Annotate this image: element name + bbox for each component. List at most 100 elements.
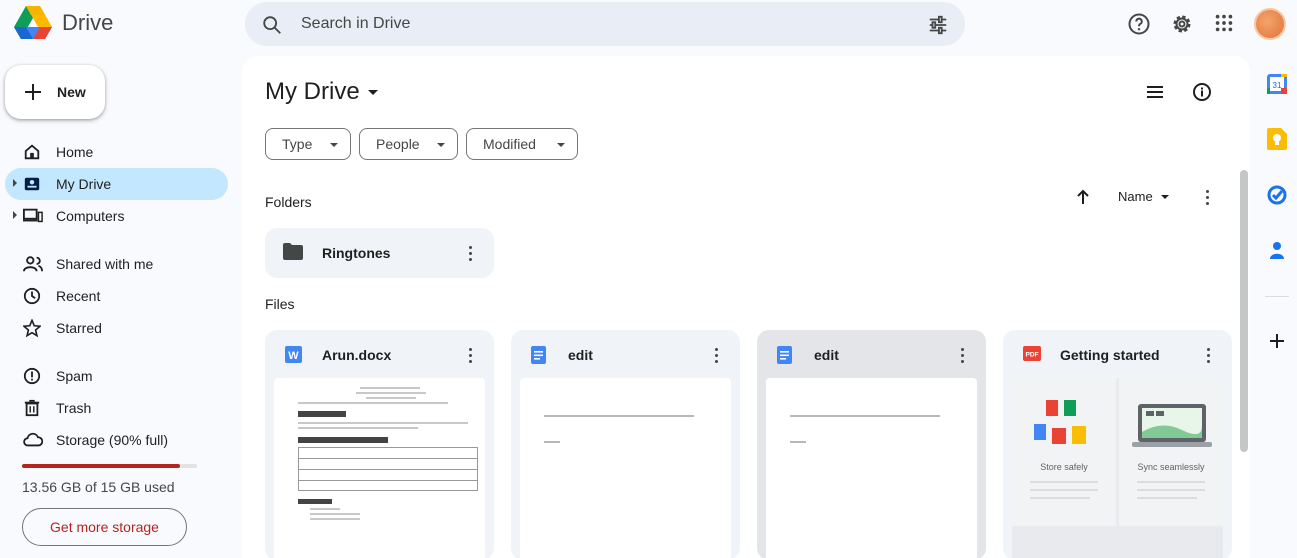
file-card[interactable]: W Arun.docx (265, 330, 494, 558)
drive-logo[interactable]: Drive (14, 6, 113, 40)
sidebar-item-label: Trash (56, 400, 92, 416)
new-button-label: New (57, 84, 86, 100)
folders-heading: Folders (265, 194, 312, 210)
search-options-icon[interactable] (927, 14, 949, 36)
docs-file-icon (531, 346, 546, 364)
contacts-icon[interactable] (1267, 240, 1287, 260)
pdf-thumb-right-caption: Sync seamlessly (1137, 462, 1205, 472)
trash-icon (24, 399, 40, 417)
settings-icon[interactable] (1170, 12, 1194, 36)
more-options-icon[interactable] (469, 348, 473, 364)
expand-caret-icon[interactable] (13, 179, 17, 187)
storage-meter-fill (22, 464, 180, 468)
file-card[interactable]: edit (757, 330, 986, 558)
file-thumbnail: Store safely Sync seamlessly (1012, 378, 1223, 558)
avatar[interactable] (1254, 8, 1286, 40)
docs-file-icon (777, 346, 792, 364)
home-icon (24, 144, 40, 160)
file-card[interactable]: PDF Getting started Store safely Sync se… (1003, 330, 1232, 558)
new-button[interactable]: New (5, 65, 105, 119)
sidebar-item-storage[interactable]: Storage (90% full) (5, 424, 228, 456)
spam-icon (23, 367, 41, 385)
more-options-icon[interactable] (961, 348, 965, 364)
more-options-icon[interactable] (469, 246, 473, 262)
folder-item[interactable]: Ringtones (265, 228, 494, 278)
chip-label: Type (282, 136, 313, 152)
scrollbar-thumb[interactable] (1240, 170, 1248, 452)
sidebar-item-spam[interactable]: Spam (5, 360, 228, 392)
word-file-icon: W (285, 346, 302, 363)
sidebar-item-recent[interactable]: Recent (5, 280, 228, 312)
chevron-down-icon (437, 143, 445, 147)
main-panel: My Drive Type People Modified Folders Na… (242, 56, 1250, 558)
filter-people-chip[interactable]: People (359, 128, 458, 160)
more-options-icon[interactable] (1206, 190, 1210, 206)
app-name: Drive (62, 10, 114, 35)
sort-by-label: Name (1118, 189, 1153, 204)
shared-icon (23, 256, 43, 272)
sidebar-item-computers[interactable]: Computers (5, 200, 228, 232)
sidebar-item-shared[interactable]: Shared with me (5, 248, 228, 280)
search-icon[interactable] (261, 14, 283, 36)
filter-type-chip[interactable]: Type (265, 128, 351, 160)
clock-icon (23, 287, 41, 305)
storage-usage-text: 13.56 GB of 15 GB used (22, 479, 175, 495)
file-types-illustration-icon (1034, 400, 1086, 444)
list-view-icon[interactable] (1145, 83, 1165, 101)
sidebar-item-label: Spam (56, 368, 93, 384)
chevron-down-icon (557, 143, 565, 147)
page-title[interactable]: My Drive (265, 78, 378, 106)
sidebar-item-label: Home (56, 144, 94, 160)
chevron-down-icon (367, 89, 378, 95)
chip-label: Modified (483, 136, 536, 152)
file-thumbnail (274, 378, 485, 558)
sidebar-item-label: Shared with me (56, 256, 154, 272)
tasks-icon[interactable] (1267, 185, 1287, 205)
get-more-storage-button[interactable]: Get more storage (22, 508, 187, 546)
keep-icon[interactable] (1267, 128, 1287, 150)
my-drive-icon (24, 177, 40, 191)
star-icon (23, 319, 41, 337)
expand-caret-icon[interactable] (13, 211, 17, 219)
add-addon-icon[interactable] (1267, 331, 1287, 351)
svg-text:PDF: PDF (1026, 352, 1039, 359)
sidebar-item-trash[interactable]: Trash (5, 392, 228, 424)
chevron-down-icon (330, 143, 338, 147)
info-icon[interactable] (1192, 82, 1212, 102)
more-options-icon[interactable] (715, 348, 719, 364)
chip-label: People (376, 136, 420, 152)
help-icon[interactable] (1127, 12, 1151, 36)
sidebar-item-starred[interactable]: Starred (5, 312, 228, 344)
sidebar-item-label: Recent (56, 288, 101, 304)
svg-text:31: 31 (1273, 81, 1282, 90)
chevron-down-icon (1160, 194, 1169, 199)
file-name: Getting started (1060, 347, 1160, 363)
pdf-file-icon: PDF (1023, 346, 1041, 361)
sidebar-item-home[interactable]: Home (5, 136, 228, 168)
page-title-text: My Drive (265, 78, 360, 105)
file-name: Arun.docx (322, 347, 392, 363)
svg-text:W: W (288, 350, 299, 362)
apps-grid-icon[interactable] (1213, 12, 1235, 34)
files-heading: Files (265, 296, 295, 312)
file-name: edit (814, 347, 839, 363)
folder-icon (283, 243, 303, 260)
filter-modified-chip[interactable]: Modified (466, 128, 578, 160)
more-options-icon[interactable] (1207, 348, 1211, 364)
folder-name: Ringtones (322, 245, 391, 261)
file-thumbnail (520, 378, 731, 558)
sidebar-item-label: Starred (56, 320, 102, 336)
search-input[interactable]: Search in Drive (301, 15, 410, 33)
sort-by-button[interactable]: Name (1118, 189, 1169, 204)
sort-direction-icon[interactable] (1075, 189, 1091, 205)
sidebar-item-label: My Drive (56, 176, 112, 192)
sidebar-item-my-drive[interactable]: My Drive (5, 168, 228, 200)
computers-icon (23, 208, 43, 223)
plus-icon (25, 84, 41, 100)
cloud-icon (23, 432, 43, 447)
file-card[interactable]: edit (511, 330, 740, 558)
file-name: edit (568, 347, 593, 363)
drive-logo-icon (14, 6, 52, 39)
search-bar[interactable]: Search in Drive (245, 2, 965, 46)
calendar-icon[interactable]: 31 (1267, 74, 1287, 94)
